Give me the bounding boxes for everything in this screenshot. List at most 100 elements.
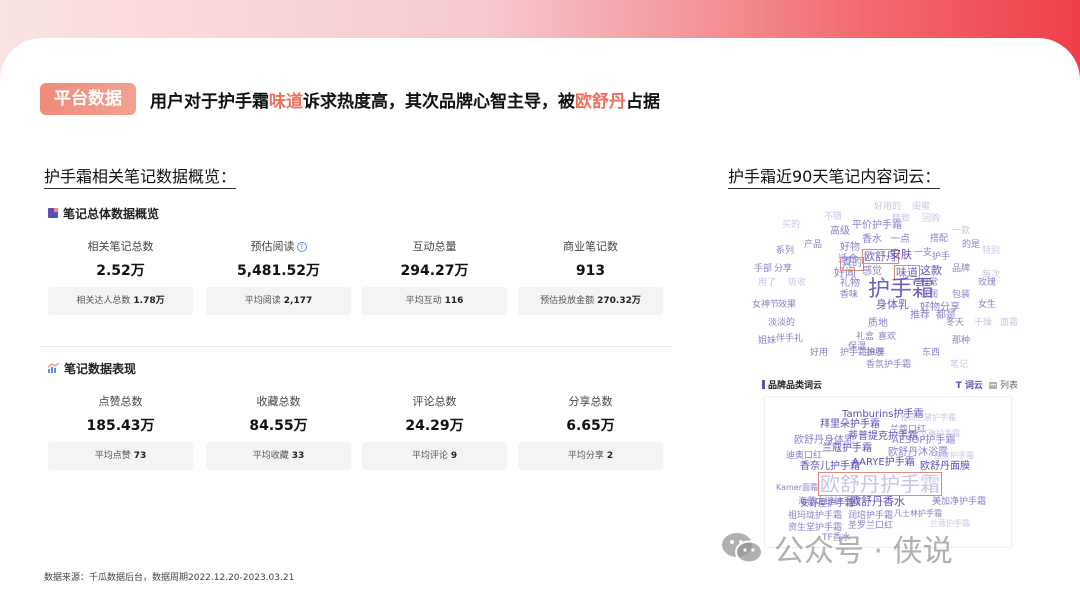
page-headline: 用户对于护手霜味道诉求热度高，其次品牌心智主导，被欧舒丹占据 (150, 87, 660, 112)
brand-cloud-title: 品牌品类词云 (762, 380, 822, 391)
headline-highlight: 欧舒丹 (575, 91, 626, 112)
metric-sub: 平均点赞 73 (48, 442, 193, 470)
cloud-word: 用了 (758, 278, 777, 288)
metric-sub: 平均阅读 2,177 (206, 287, 351, 315)
brand-word: 欧舒丹护手霜 (818, 472, 942, 496)
cloud-word: 搭配 (930, 234, 949, 244)
cloud-word: 冬天 (946, 318, 965, 328)
metric-sub: 平均分享 2 (518, 442, 663, 470)
watermark: 公众号 · 侠说 (720, 528, 953, 569)
page-header: 平台数据 用户对于护手霜味道诉求热度高，其次品牌心智主导，被欧舒丹占据 (40, 83, 660, 115)
cloud-word: 不错 (824, 212, 843, 222)
cloud-word: 手部 (754, 264, 773, 274)
cloud-word: 真的 (840, 257, 864, 271)
brand-word: AESOP护手霜 (892, 435, 956, 446)
metric-label: 评论总数 (412, 395, 457, 408)
metric-value: 84.55万 (249, 418, 308, 434)
cloud-word: 那种 (952, 336, 971, 346)
metric-card: 收藏总数 84.55万平均收藏 33 (206, 394, 351, 470)
cloud-word: 淡淡的 (768, 318, 796, 328)
metric-card: 点赞总数 185.43万平均点赞 73 (48, 394, 193, 470)
metric-value: 294.27万 (400, 263, 469, 279)
metric-card: 分享总数 6.65万 平均分享 2 (518, 394, 663, 470)
brand-word: 祖玛珑护手霜 (788, 511, 843, 521)
cloud-word: 好用的 (874, 202, 902, 212)
cloud-word: 质地 (868, 318, 888, 329)
headline-highlight: 味道 (269, 91, 303, 112)
cloud-word: 一款 (952, 226, 971, 236)
content-word-cloud: 好用的 闺蜜 不错 买的 精致 回购 高级 平价护手霜 一款 香水 一点 搭配 系列 好物 产品 的是 特别 适合… (752, 195, 1032, 375)
metric-card: 互动总量 294.27万平均互动 116 (362, 239, 507, 315)
metric-sub: 平均收藏 33 (206, 442, 351, 470)
cloud-word: 好物 (840, 242, 860, 253)
metric-label: 商业笔记数 (563, 240, 618, 253)
section-tag: 平台数据 (40, 83, 136, 115)
headline-part: 占据 (626, 91, 660, 112)
tab-list[interactable]: ▤ 列表 (989, 381, 1018, 391)
metric-sub: 平均互动 116 (362, 287, 507, 315)
cloud-word: 平价护手霜 (852, 220, 902, 231)
cloud-word: 滋润 (920, 290, 939, 300)
cloud-word: 效果 (778, 300, 797, 310)
right-section-title: 护手霜近90天笔记内容词云： (728, 163, 941, 189)
metric-value: 185.43万 (86, 418, 155, 434)
metric-sub: 平均评论 9 (362, 442, 507, 470)
performance-title-text: 笔记数据表现 (64, 362, 137, 376)
cloud-word: 伴手礼 (776, 334, 804, 344)
tab-word-cloud[interactable]: T 词云 (956, 381, 983, 391)
brand-word: 兰蔻护手霜 (822, 443, 872, 454)
wechat-icon (720, 530, 764, 566)
cloud-word: 女生 (978, 300, 997, 310)
cloud-word: 这款 (920, 264, 942, 277)
cloud-word: 女神节 (752, 300, 780, 310)
metric-value: 24.29万 (405, 418, 464, 434)
cloud-word: 香氛护手霜 (866, 360, 912, 370)
section-divider (40, 346, 672, 347)
brand-word: 美加净护手霜 (932, 497, 987, 507)
cloud-word: 好用 (810, 348, 829, 358)
cloud-word: 东西 (922, 348, 941, 358)
performance-panel-title: 笔记数据表现 (47, 360, 137, 377)
cloud-word: 包装 (952, 290, 971, 300)
metric-card: 预估阅读? 5,481.52万 平均阅读 2,177 (206, 239, 351, 315)
cloud-word: 笔记 (950, 360, 969, 370)
brand-word: 迪奥口红 (786, 451, 823, 461)
data-source-note: 数据来源：千瓜数据后台，数据周期2022.12.20-2023.03.21 (44, 573, 295, 583)
cloud-word: 产品 (804, 240, 823, 250)
cloud-word: 推荐 (910, 310, 930, 321)
metric-value: 5,481.52万 (236, 263, 321, 279)
metric-label: 互动总量 (412, 240, 457, 253)
brand-word: 香奈儿护手霜 (800, 461, 860, 472)
cloud-word: 护手 (932, 252, 951, 262)
tab-list-label: 列表 (999, 381, 1018, 391)
help-icon[interactable]: ? (296, 242, 307, 252)
brand-cloud-tabs: T 词云 ▤ 列表 (956, 378, 1018, 391)
overview-panel-title: 笔记总体数据概览 (48, 205, 159, 222)
brand-word: 润培护手霜 (848, 511, 894, 521)
bar-icon (762, 380, 765, 389)
left-section-title: 护手霜相关笔记数据概览： (44, 163, 237, 189)
cloud-word: 姐妹 (758, 336, 777, 346)
metric-label: 收藏总数 (256, 395, 301, 408)
trend-chart-icon (47, 362, 60, 376)
cloud-word: 安肤 (890, 248, 912, 261)
brand-word: 欧舒丹香水 (850, 495, 905, 508)
brand-word: 凡士林护手霜 (894, 509, 942, 518)
cloud-word: 香水 (862, 234, 882, 245)
brand-word: AARYE护手霜 (852, 457, 915, 468)
notebook-icon (48, 207, 58, 221)
cloud-word: 一支 (914, 248, 933, 258)
metric-sub: 预估投放金额 270.32万 (518, 287, 663, 315)
metric-value: 913 (575, 263, 606, 279)
brand-word: 雅诗兰黛护手霜 (900, 413, 956, 422)
metric-card: 评论总数 24.29万平均评论 9 (362, 394, 507, 470)
cloud-word: 吸收 (788, 278, 807, 288)
overview-title-text: 笔记总体数据概览 (63, 207, 160, 221)
metric-value: 2.52万 (96, 263, 145, 279)
metric-label: 点赞总数 (98, 395, 143, 408)
cloud-word: 玫瑰 (978, 278, 997, 288)
metric-value: 6.65万 (566, 418, 615, 434)
cloud-word: 的是 (962, 240, 981, 250)
brand-word: 迪奥护手霜 (934, 451, 974, 460)
cloud-word: 系列 (776, 246, 795, 256)
